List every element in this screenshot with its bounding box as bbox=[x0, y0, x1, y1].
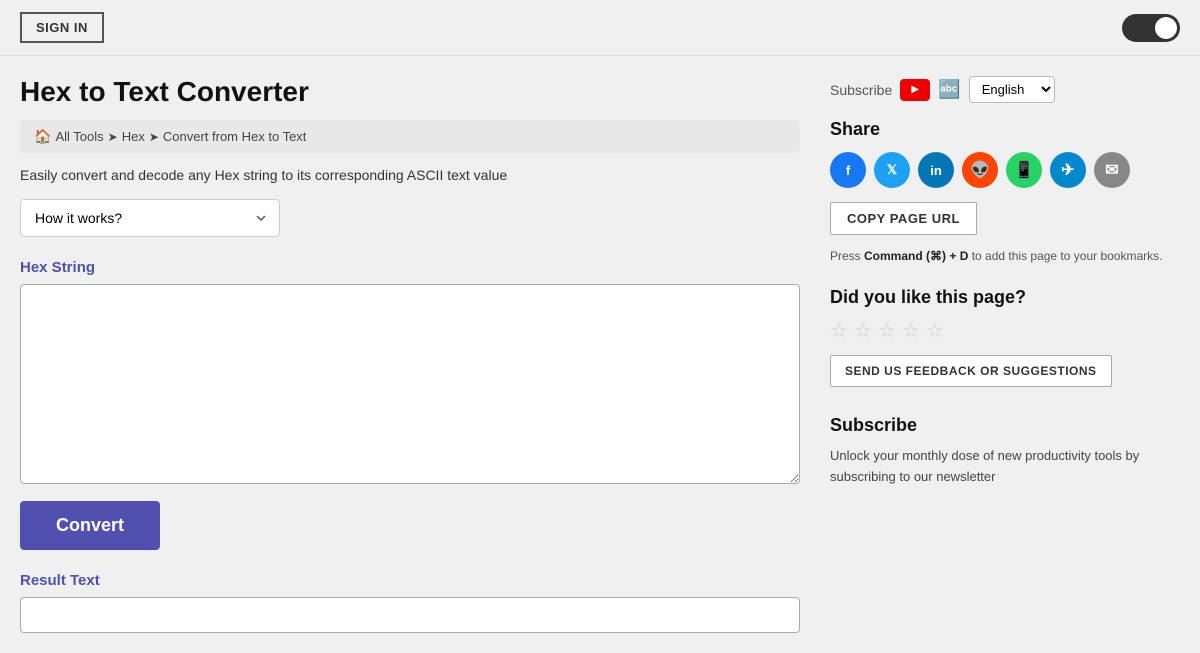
whatsapp-share-button[interactable]: 📱 bbox=[1006, 152, 1042, 188]
language-select[interactable]: English Spanish French German Chinese bbox=[969, 76, 1055, 103]
feedback-button[interactable]: SEND US FEEDBACK OR SUGGESTIONS bbox=[830, 355, 1112, 387]
reddit-share-button[interactable]: 👽 bbox=[962, 152, 998, 188]
subscribe-label: Subscribe bbox=[830, 82, 892, 98]
header: SIGN IN bbox=[0, 0, 1200, 56]
translate-icon[interactable]: 🔤 bbox=[938, 79, 960, 100]
right-panel: Subscribe 🔤 English Spanish French Germa… bbox=[830, 76, 1170, 633]
linkedin-share-button[interactable]: in bbox=[918, 152, 954, 188]
page-title: Hex to Text Converter bbox=[20, 76, 800, 108]
breadcrumb-home[interactable]: All Tools bbox=[55, 129, 103, 144]
toggle-knob bbox=[1155, 17, 1177, 39]
left-panel: Hex to Text Converter 🏠 All Tools ➤ Hex … bbox=[20, 76, 800, 633]
toggle-switch[interactable] bbox=[1122, 14, 1180, 42]
share-icons: f 𝕏 in 👽 📱 ✈ ✉ bbox=[830, 152, 1170, 188]
page-description: Easily convert and decode any Hex string… bbox=[20, 167, 800, 183]
youtube-icon[interactable] bbox=[900, 79, 930, 101]
subscribe-section-text: Unlock your monthly dose of new producti… bbox=[830, 446, 1170, 488]
breadcrumb-current: Convert from Hex to Text bbox=[163, 129, 307, 144]
star-3[interactable]: ☆ bbox=[878, 318, 896, 343]
star-2[interactable]: ☆ bbox=[854, 318, 872, 343]
subscribe-section-title: Subscribe bbox=[830, 415, 1170, 436]
result-label: Result Text bbox=[20, 572, 800, 589]
main-container: Hex to Text Converter 🏠 All Tools ➤ Hex … bbox=[0, 56, 1200, 653]
result-input[interactable] bbox=[20, 597, 800, 633]
twitter-share-button[interactable]: 𝕏 bbox=[874, 152, 910, 188]
star-rating[interactable]: ☆ ☆ ☆ ☆ ☆ bbox=[830, 318, 1170, 343]
telegram-share-button[interactable]: ✈ bbox=[1050, 152, 1086, 188]
breadcrumb: 🏠 All Tools ➤ Hex ➤ Convert from Hex to … bbox=[20, 120, 800, 153]
copy-url-button[interactable]: COPY PAGE URL bbox=[830, 202, 977, 235]
rating-title: Did you like this page? bbox=[830, 287, 1170, 308]
star-5[interactable]: ☆ bbox=[926, 318, 944, 343]
facebook-share-button[interactable]: f bbox=[830, 152, 866, 188]
star-4[interactable]: ☆ bbox=[902, 318, 920, 343]
email-share-button[interactable]: ✉ bbox=[1094, 152, 1130, 188]
how-it-works-dropdown[interactable]: How it works? bbox=[20, 199, 280, 237]
star-1[interactable]: ☆ bbox=[830, 318, 848, 343]
theme-toggle[interactable] bbox=[1122, 14, 1180, 42]
bookmark-shortcut: Command (⌘) + D bbox=[864, 249, 968, 263]
home-icon: 🏠 bbox=[34, 128, 51, 145]
hex-input[interactable] bbox=[20, 284, 800, 484]
subscribe-row: Subscribe 🔤 English Spanish French Germa… bbox=[830, 76, 1170, 103]
breadcrumb-arrow-1: ➤ bbox=[108, 130, 118, 144]
sign-in-button[interactable]: SIGN IN bbox=[20, 12, 104, 43]
breadcrumb-section[interactable]: Hex bbox=[122, 129, 145, 144]
share-title: Share bbox=[830, 119, 1170, 140]
convert-button[interactable]: Convert bbox=[20, 501, 160, 550]
bookmark-hint: Press Command (⌘) + D to add this page t… bbox=[830, 247, 1170, 265]
hex-label: Hex String bbox=[20, 259, 800, 276]
breadcrumb-arrow-2: ➤ bbox=[149, 130, 159, 144]
